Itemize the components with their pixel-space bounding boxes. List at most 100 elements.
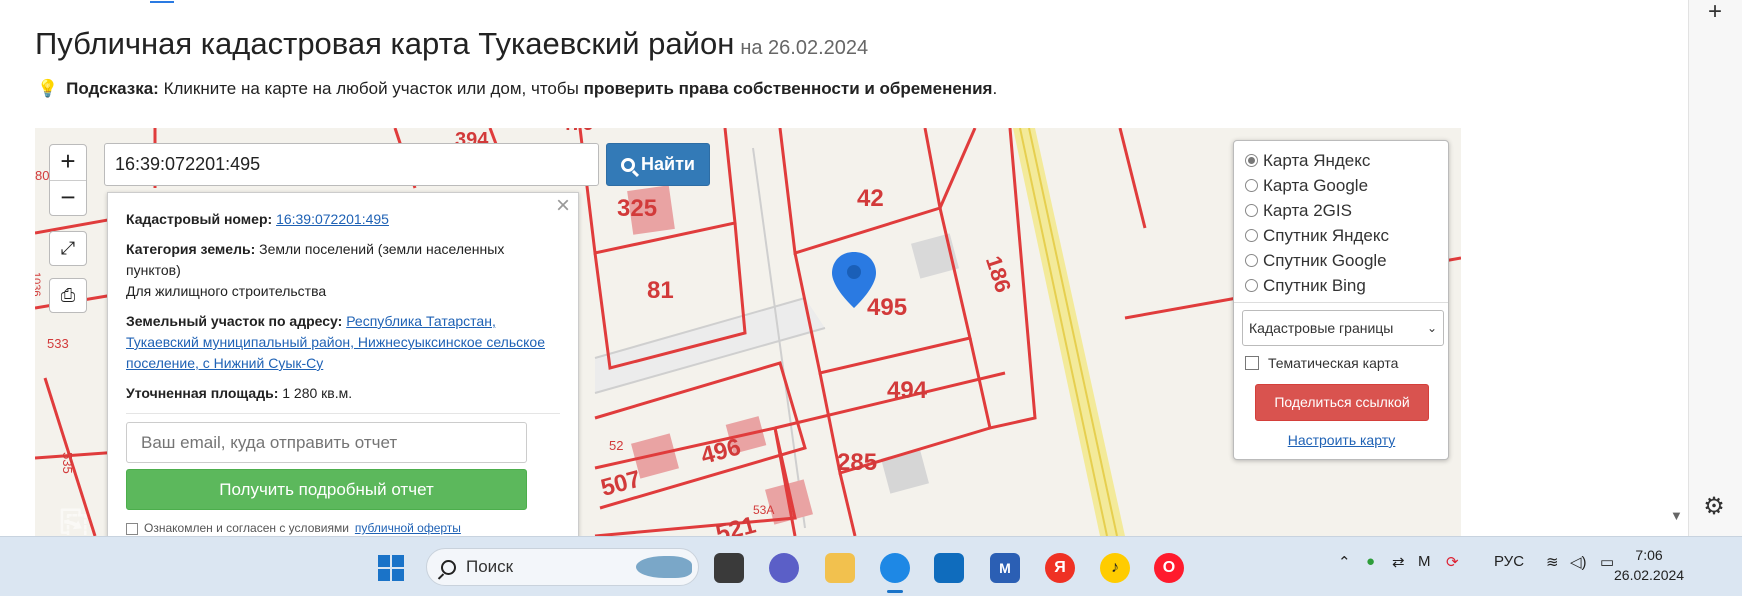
new-tab-button[interactable]: + — [1702, 0, 1728, 26]
windows-start-icon[interactable] — [376, 553, 406, 583]
search-button[interactable]: Найти — [606, 143, 710, 186]
hint-bold: проверить права собственности и обремене… — [583, 79, 993, 98]
sync-icon[interactable]: ⟳ — [1446, 553, 1459, 571]
offer-link[interactable]: публичной оферты — [355, 518, 461, 536]
thematic-row[interactable]: Тематическая карта — [1245, 355, 1438, 371]
layer-option-label: Спутник Bing — [1263, 275, 1366, 295]
category-label: Категория земель: — [126, 241, 256, 257]
configure-map-link[interactable]: Настроить карту — [1245, 432, 1438, 448]
language-indicator[interactable]: РУС — [1494, 553, 1524, 570]
radio[interactable] — [1245, 179, 1258, 192]
radio[interactable] — [1245, 254, 1258, 267]
radio[interactable] — [1245, 204, 1258, 217]
zoom-in-button[interactable]: + — [50, 145, 86, 180]
email-field[interactable] — [126, 422, 527, 463]
consent-checkbox[interactable] — [126, 522, 138, 535]
layer-option[interactable]: Спутник Яндекс — [1245, 223, 1438, 248]
screenshot-root: Публичная кадастровая карта Тукаевский р… — [0, 0, 1742, 596]
close-icon[interactable]: × — [556, 194, 570, 218]
folder-icon[interactable] — [825, 553, 855, 583]
layer-option[interactable]: Карта Google — [1245, 173, 1438, 198]
wifi-icon[interactable]: ≋ — [1546, 553, 1559, 571]
consent-text: Ознакомлен и согласен с условиями — [144, 521, 349, 535]
active-app-indicator — [887, 590, 903, 593]
cadastral-map[interactable]: 42 325 81 495 186 494 285 496 507 521 53… — [35, 128, 1461, 536]
cadastral-link[interactable]: 16:39:072201:495 — [276, 211, 389, 227]
address-row: Земельный участок по адресу: Республика … — [126, 311, 560, 374]
cadastral-label: Кадастровый номер: — [126, 211, 273, 227]
zoom-control: + − — [49, 144, 87, 216]
yandex-letter: Я — [1054, 559, 1066, 576]
layer-option-label: Карта 2GIS — [1263, 200, 1352, 220]
search-icon — [621, 157, 636, 172]
lightbulb-icon: 💡 — [37, 79, 59, 98]
chevron-up-icon[interactable]: ⌃ — [1338, 553, 1351, 571]
gear-icon[interactable]: ⚙ — [1699, 492, 1729, 522]
taskbar-clock[interactable]: 7:06 26.02.2024 — [1614, 545, 1684, 585]
layer-option-label: Спутник Google — [1263, 250, 1387, 270]
map-layers-panel: Карта Яндекс Карта Google Карта 2GIS Спу… — [1233, 140, 1449, 460]
area-row: Уточненная площадь: 1 280 кв.м. — [126, 383, 560, 404]
mail-icon[interactable]: M — [990, 553, 1020, 583]
overlay-select[interactable]: Кадастровые границы ⌄ — [1242, 310, 1444, 346]
fullscreen-button[interactable]: ⤢ — [49, 231, 87, 266]
radio[interactable] — [1245, 229, 1258, 242]
overlay-select-value: Кадастровые границы — [1249, 320, 1394, 336]
thematic-checkbox[interactable] — [1245, 356, 1259, 370]
print-button[interactable]: ⎙ — [49, 278, 87, 313]
category-use: Для жилищного строительства — [126, 283, 327, 299]
parcel-label: 42 — [857, 185, 884, 212]
radio-selected[interactable] — [1245, 154, 1258, 167]
get-report-button[interactable]: Получить подробный отчет — [126, 469, 527, 510]
area-value: 1 280 кв.м. — [282, 385, 353, 401]
parcel-label: 53А — [753, 503, 774, 517]
layer-option[interactable]: Карта Яндекс — [1245, 148, 1438, 173]
parcel-label: 535 — [60, 452, 75, 474]
popup-divider — [126, 413, 560, 414]
yandex-music-icon[interactable]: ♪ — [1100, 553, 1130, 583]
parcel-label: 52 — [609, 438, 623, 453]
scroll-down-arrow[interactable]: ▼ — [1670, 508, 1683, 523]
battery-icon[interactable]: ▭ — [1600, 553, 1614, 571]
chat-icon[interactable] — [769, 553, 799, 583]
hint-text: Кликните на карте на любой участок или д… — [163, 79, 579, 98]
cadastral-search-input[interactable] — [104, 143, 599, 186]
share-link-button[interactable]: Поделиться ссылкой — [1255, 384, 1429, 421]
edge-browser-icon[interactable] — [880, 553, 910, 583]
layer-option[interactable]: Карта 2GIS — [1245, 198, 1438, 223]
taskbar-search-label: Поиск — [466, 557, 514, 576]
taskbar: Поиск M Я ♪ O ⌃ ● ⇄ M ⟳ РУС ≋ ◁) ▭ 7:06 … — [0, 536, 1742, 596]
layer-option[interactable]: Спутник Bing — [1245, 273, 1438, 298]
parcel-label: 285 — [837, 449, 877, 476]
search-button-label: Найти — [641, 154, 695, 174]
store-icon[interactable] — [934, 553, 964, 583]
layer-option[interactable]: Спутник Google — [1245, 248, 1438, 273]
layer-option-label: Карта Яндекс — [1263, 150, 1371, 170]
area-label: Уточненная площадь: — [126, 385, 279, 401]
hint-label: Подсказка: — [66, 79, 159, 98]
opera-letter: O — [1162, 559, 1176, 576]
yandex-browser-icon[interactable]: Я — [1045, 553, 1075, 583]
radio[interactable] — [1245, 279, 1258, 292]
page-title-date: на 26.02.2024 — [740, 37, 869, 59]
parcel-label: 325 — [617, 195, 657, 222]
thematic-label: Тематическая карта — [1268, 355, 1399, 371]
category-row: Категория земель: Земли поселений (земли… — [126, 239, 560, 302]
hint-end: . — [992, 79, 998, 98]
parcel-label: 80 — [35, 168, 49, 183]
parcel-label: 81 — [647, 277, 674, 304]
tray-mail-icon[interactable]: M — [1418, 553, 1431, 570]
tray-app-icon[interactable]: ● — [1366, 553, 1375, 570]
consent-row: Ознакомлен и согласен с условиями публич… — [126, 518, 560, 536]
zoom-out-button[interactable]: − — [50, 180, 86, 215]
hint-line: 💡 Подсказка: Кликните на карте на любой у… — [37, 79, 997, 99]
taskbar-search[interactable]: Поиск — [426, 548, 699, 586]
top-link-fragment — [150, 0, 174, 3]
page-title-text: Публичная кадастровая карта Тукаевский р… — [35, 26, 735, 61]
volume-icon[interactable]: ◁) — [1570, 553, 1587, 571]
opera-icon[interactable]: O — [1154, 553, 1184, 583]
browser-side-strip — [1688, 0, 1742, 536]
sliders-icon[interactable]: ⇄ — [1392, 553, 1405, 571]
task-view-icon[interactable] — [714, 553, 744, 583]
clock-time: 7:06 — [1635, 547, 1663, 563]
